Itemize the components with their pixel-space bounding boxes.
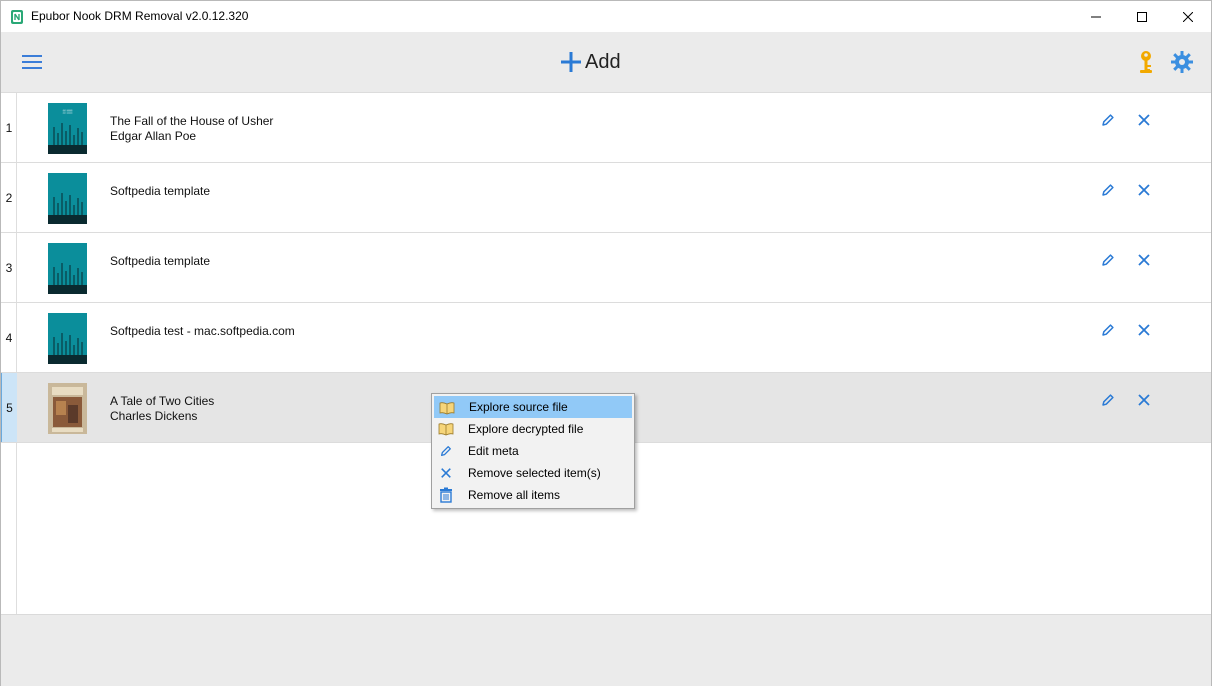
- delete-x-icon[interactable]: [1137, 253, 1151, 267]
- close-icon: [1183, 11, 1193, 22]
- pencil-icon[interactable]: [1100, 322, 1116, 338]
- delete-x-icon[interactable]: [1137, 183, 1151, 197]
- minimize-button[interactable]: [1073, 1, 1119, 32]
- book-author: Edgar Allan Poe: [110, 129, 197, 143]
- key-icon[interactable]: [1135, 49, 1157, 75]
- book-cover: [48, 383, 87, 434]
- book-row[interactable]: 3 Softpedia template: [1, 233, 1211, 303]
- menu-item-label: Remove selected item(s): [468, 466, 601, 480]
- book-author: Charles Dickens: [110, 409, 198, 423]
- window-title: Epubor Nook DRM Removal v2.0.12.320: [31, 9, 249, 23]
- book-title: Softpedia test - mac.softpedia.com: [110, 324, 295, 338]
- menu-item-label: Explore decrypted file: [468, 422, 584, 436]
- app-window: Epubor Nook DRM Removal v2.0.12.320 Add: [0, 0, 1212, 686]
- hamburger-menu-icon[interactable]: [20, 50, 44, 74]
- book-info: Softpedia template: [110, 254, 210, 269]
- book-title: A Tale of Two Cities: [110, 394, 215, 408]
- book-row[interactable]: 2 Softpedia template: [1, 163, 1211, 233]
- book-icon: [439, 400, 455, 416]
- row-index: 2: [5, 190, 13, 205]
- book-list: 1 ▒ ▒▒ The Fall of the House of Usher Ed…: [1, 93, 1211, 614]
- book-row[interactable]: 4 Softpedia test - mac.softpedia.com: [1, 303, 1211, 373]
- add-button[interactable]: Add: [560, 48, 621, 76]
- row-index: 3: [5, 260, 13, 275]
- maximize-icon: [1137, 11, 1147, 22]
- delete-x-icon[interactable]: [1137, 113, 1151, 127]
- book-icon: [438, 421, 454, 437]
- svg-text:▒ ▒▒: ▒ ▒▒: [63, 109, 73, 114]
- maximize-button[interactable]: [1119, 1, 1165, 32]
- pencil-icon: [438, 443, 454, 459]
- pencil-icon[interactable]: [1100, 112, 1116, 128]
- menu-item-explore-source[interactable]: Explore source file: [434, 396, 632, 418]
- menu-item-edit-meta[interactable]: Edit meta: [434, 440, 632, 462]
- close-button[interactable]: [1165, 1, 1211, 32]
- title-bar: Epubor Nook DRM Removal v2.0.12.320: [1, 1, 1211, 32]
- delete-x-icon[interactable]: [1137, 393, 1151, 407]
- book-cover: [48, 173, 87, 224]
- add-label: Add: [585, 50, 621, 73]
- menu-item-remove-selected[interactable]: Remove selected item(s): [434, 462, 632, 484]
- book-info: Softpedia template: [110, 184, 210, 199]
- menu-item-explore-decrypted[interactable]: Explore decrypted file: [434, 418, 632, 440]
- menu-item-label: Remove all items: [468, 488, 561, 502]
- pencil-icon[interactable]: [1100, 252, 1116, 268]
- book-row[interactable]: 1 ▒ ▒▒ The Fall of the House of Usher Ed…: [1, 93, 1211, 163]
- app-logo-icon: [11, 10, 23, 24]
- row-index: 4: [5, 330, 13, 345]
- menu-item-remove-all[interactable]: Remove all items: [434, 484, 632, 506]
- trash-icon: [438, 487, 454, 503]
- book-info: The Fall of the House of Usher Edgar All…: [110, 114, 273, 144]
- row-index: 5: [1, 373, 17, 442]
- toolbar: Add: [1, 32, 1211, 93]
- menu-item-label: Edit meta: [468, 444, 519, 458]
- plus-icon: [561, 52, 581, 72]
- book-cover: [48, 313, 87, 364]
- book-info: Softpedia test - mac.softpedia.com: [110, 324, 295, 339]
- minimize-icon: [1091, 16, 1101, 17]
- pencil-icon[interactable]: [1100, 392, 1116, 408]
- status-bar: [1, 614, 1211, 686]
- book-cover: ▒ ▒▒: [48, 103, 87, 154]
- x-icon: [438, 465, 454, 481]
- book-title: Softpedia template: [110, 184, 211, 198]
- book-title: The Fall of the House of Usher: [110, 114, 274, 128]
- book-cover: [48, 243, 87, 294]
- delete-x-icon[interactable]: [1137, 323, 1151, 337]
- context-menu: Explore source file Explore decrypted fi…: [431, 393, 635, 509]
- gear-icon[interactable]: [1170, 50, 1194, 74]
- book-info: A Tale of Two Cities Charles Dickens: [110, 394, 214, 424]
- pencil-icon[interactable]: [1100, 182, 1116, 198]
- menu-item-label: Explore source file: [469, 400, 568, 414]
- row-index: 1: [5, 120, 13, 135]
- book-title: Softpedia template: [110, 254, 211, 268]
